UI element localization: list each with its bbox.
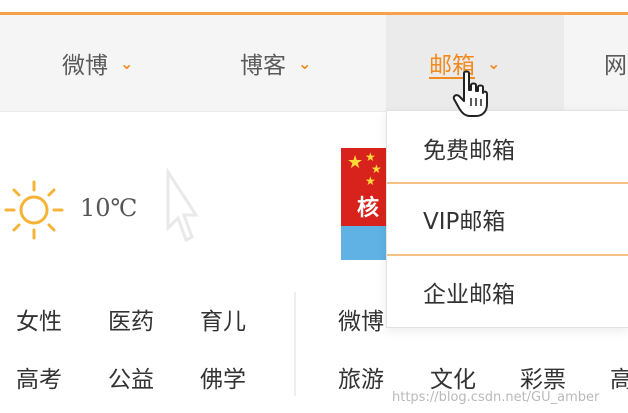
menu-item-vip-mail[interactable]: VIP邮箱 <box>387 184 628 254</box>
category-link[interactable]: 医药 <box>108 302 154 336</box>
menu-item-label: VIP邮箱 <box>423 209 506 235</box>
category-link[interactable]: 彩票 <box>520 360 566 394</box>
category-link[interactable]: 女性 <box>16 302 62 336</box>
star-icon: ★ <box>347 152 364 173</box>
nav-item-blog[interactable]: 博客 ⌄ <box>240 15 360 111</box>
nav-item-label: 博客 <box>240 53 286 79</box>
watermark-text: https://blog.csdn.net/GU_amber <box>392 390 600 405</box>
top-nav-bar: 微博 ⌄ 博客 ⌄ 邮箱 ⌄ 网 <box>0 15 628 112</box>
menu-separator <box>387 254 628 256</box>
category-link[interactable]: 佛学 <box>200 360 246 394</box>
category-link[interactable]: 育儿 <box>200 302 246 336</box>
mail-dropdown-menu: 免费邮箱 VIP邮箱 企业邮箱 <box>386 110 628 328</box>
star-icon: ★ <box>365 174 376 188</box>
hand-pointer-icon <box>452 70 488 117</box>
ghost-cursor-icon <box>166 168 199 243</box>
nav-item-label: 微博 <box>62 53 108 79</box>
chevron-down-icon: ⌄ <box>120 53 134 73</box>
nav-item-weibo[interactable]: 微博 ⌄ <box>62 15 172 111</box>
banner-image[interactable]: ★ ★ ★ ★ 核 <box>341 148 387 260</box>
category-link[interactable]: 旅游 <box>338 360 384 394</box>
nav-item-label: 网 <box>604 53 627 79</box>
banner-blue-panel <box>341 226 387 260</box>
category-link[interactable]: 高 <box>610 360 628 394</box>
menu-item-enterprise-mail[interactable]: 企业邮箱 <box>387 257 628 327</box>
category-link[interactable]: 公益 <box>108 360 154 394</box>
menu-item-label: 企业邮箱 <box>423 282 515 308</box>
category-link[interactable]: 微博 <box>338 302 384 336</box>
sun-icon <box>4 180 64 240</box>
banner-text: 核 <box>357 196 380 221</box>
chevron-down-icon: ⌄ <box>298 53 312 73</box>
temperature-text: 10℃ <box>80 194 138 222</box>
column-divider <box>294 292 296 396</box>
nav-item-web[interactable]: 网 <box>604 15 628 111</box>
menu-item-free-mail[interactable]: 免费邮箱 <box>387 113 628 183</box>
menu-item-label: 免费邮箱 <box>423 138 515 164</box>
category-link[interactable]: 高考 <box>16 360 62 394</box>
category-link[interactable]: 文化 <box>430 360 476 394</box>
